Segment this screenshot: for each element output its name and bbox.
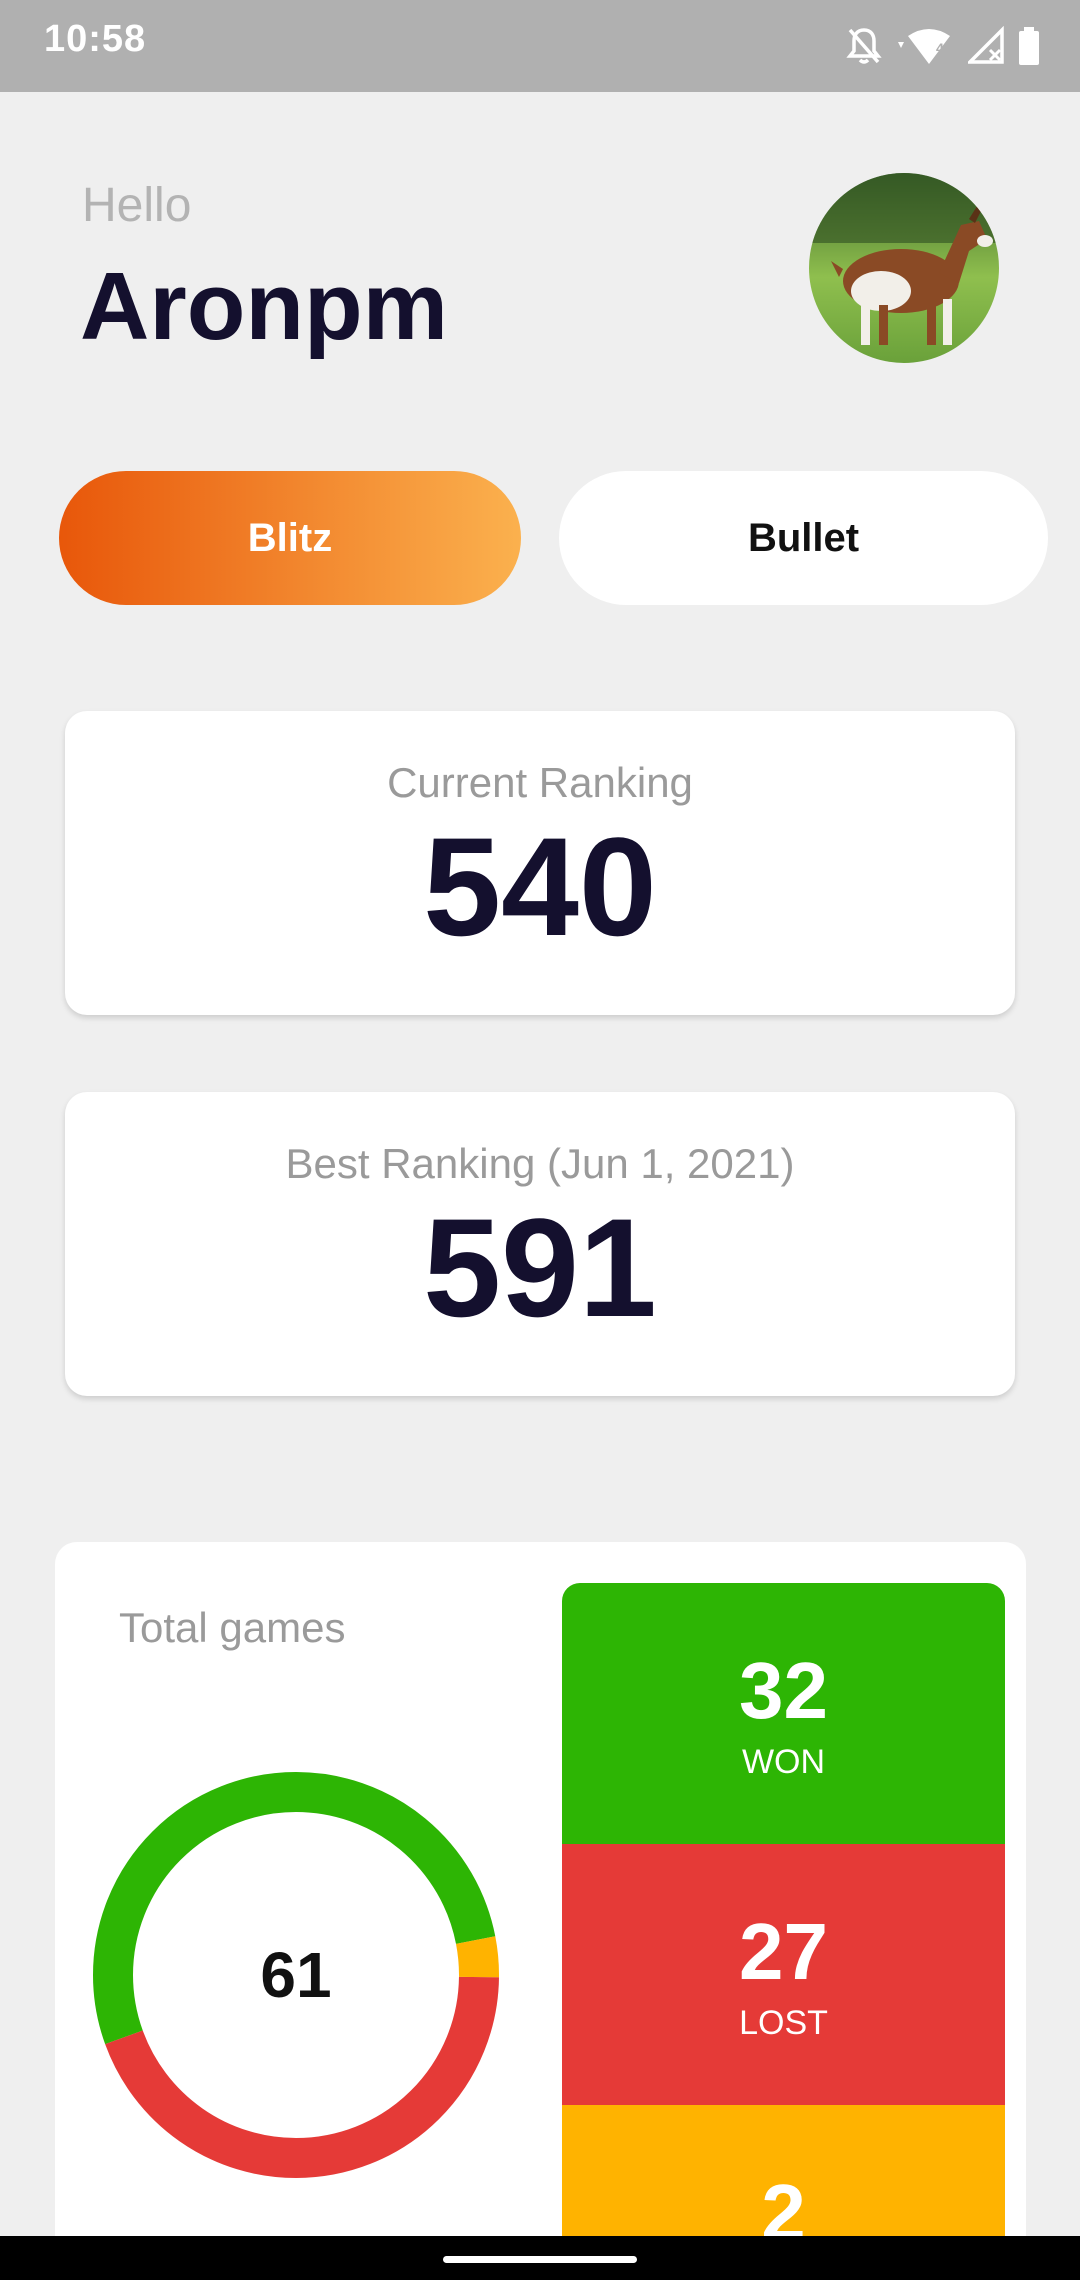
wifi-icon: 4: [896, 26, 954, 66]
won-label: WON: [741, 1743, 826, 1781]
total-games-count: 61: [260, 1939, 332, 2011]
best-ranking-label: Best Ranking (Jun 1, 2021): [285, 1140, 795, 1187]
svg-text:4: 4: [936, 40, 944, 56]
username-title: Aronpm: [80, 253, 448, 360]
app-screen: 10:58 4 Hello Aronpm Blitz Bullet Curren…: [0, 0, 1080, 2280]
status-icons: 4: [846, 22, 1040, 70]
status-time: 10:58: [44, 18, 147, 60]
total-games-panel: Total games 61 32 WON 27 LOST 2: [55, 1542, 1026, 2280]
won-stat[interactable]: 32 WON: [562, 1583, 1005, 1844]
lost-stat[interactable]: 27 LOST: [562, 1844, 1005, 2105]
bell-off-icon: [846, 26, 882, 66]
current-ranking-card: Current Ranking 540: [65, 711, 1015, 1015]
current-ranking-value: 540: [423, 808, 657, 965]
tab-bullet[interactable]: Bullet: [559, 471, 1048, 605]
lost-label: LOST: [739, 2004, 828, 2042]
goat-avatar: [809, 173, 999, 363]
total-games-title: Total games: [119, 1604, 346, 1651]
tab-blitz[interactable]: Blitz: [59, 471, 521, 605]
current-ranking-label: Current Ranking: [387, 759, 693, 806]
status-bar: 10:58 4: [0, 0, 1080, 92]
signal-icon: [968, 26, 1004, 66]
greeting-hello: Hello: [82, 179, 192, 232]
lost-count: 27: [739, 1907, 828, 1996]
best-ranking-value: 591: [423, 1189, 657, 1346]
avatar[interactable]: [809, 173, 999, 363]
navigation-bar: [0, 2236, 1080, 2280]
home-gesture-handle[interactable]: [443, 2256, 637, 2263]
battery-icon: [1018, 26, 1040, 66]
best-ranking-card: Best Ranking (Jun 1, 2021) 591: [65, 1092, 1015, 1396]
won-count: 32: [739, 1646, 828, 1735]
